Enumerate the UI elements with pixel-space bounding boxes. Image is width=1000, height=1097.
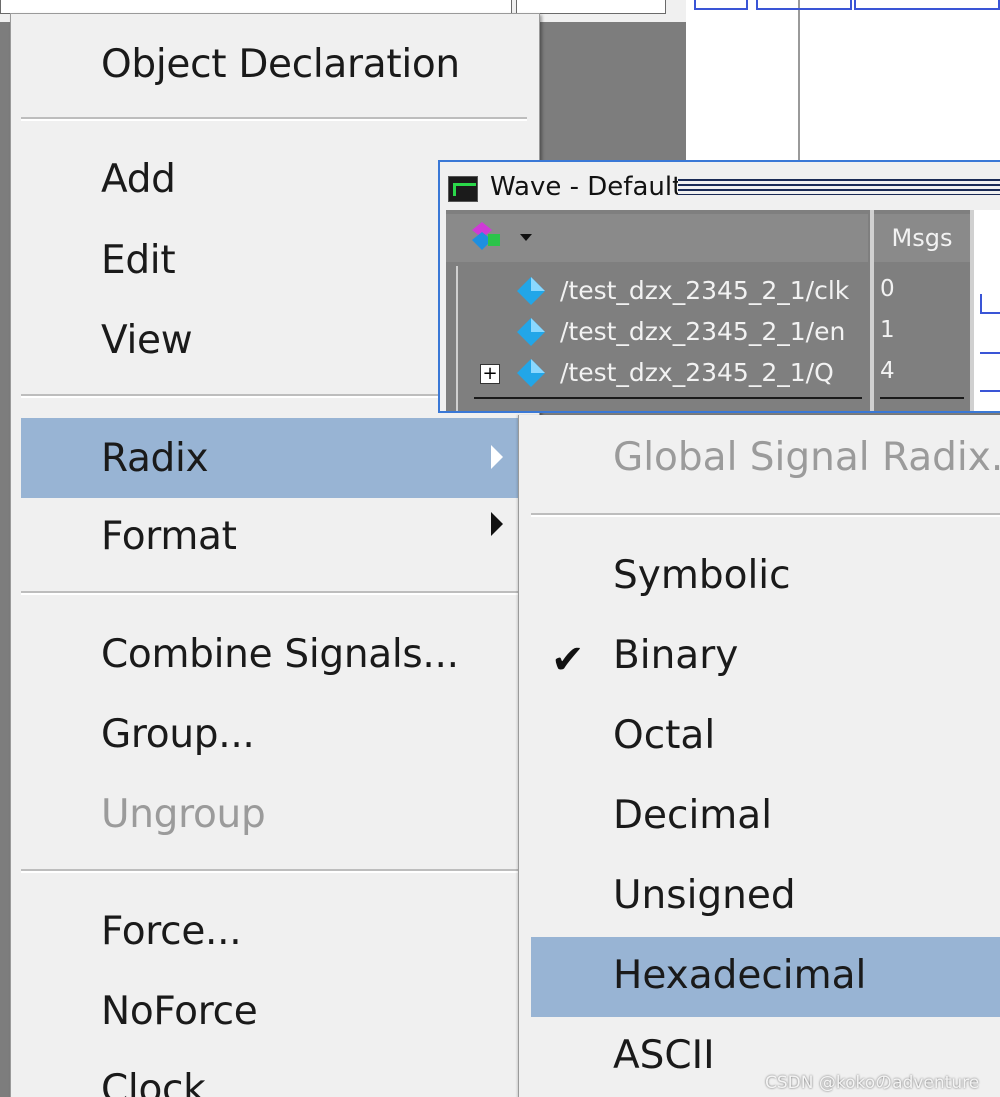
- menu-item-ungroup: Ungroup: [21, 792, 529, 842]
- menu-item-label: Edit: [101, 238, 176, 283]
- submenu-item-octal[interactable]: Octal: [531, 713, 1000, 765]
- signal-list-header: [446, 214, 868, 262]
- signal-name: /test_dzx_2345_2_1/clk: [560, 276, 850, 305]
- signal-row-clk[interactable]: /test_dzx_2345_2_1/clk: [458, 272, 868, 312]
- menu-item-label: Combine Signals...: [101, 632, 459, 677]
- submenu-item-unsigned[interactable]: Unsigned: [531, 873, 1000, 925]
- signal-diamond-icon: [517, 277, 545, 305]
- menu-item-object-declaration[interactable]: Object Declaration: [21, 42, 529, 92]
- wave-window-title: Wave - Default: [490, 172, 683, 202]
- checkmark-icon: ✔: [551, 637, 585, 683]
- waveform-trace: [980, 390, 1000, 392]
- msgs-column: 0 1 4: [874, 266, 970, 411]
- menu-item-label: Radix: [101, 436, 209, 481]
- chevron-down-icon[interactable]: [520, 234, 532, 241]
- horizontal-scrollbar[interactable]: [474, 397, 862, 399]
- submenu-arrow-icon: [491, 445, 503, 469]
- submenu-item-label: Hexadecimal: [613, 953, 867, 998]
- waveform-trace: [980, 352, 1000, 354]
- signal-value: 4: [880, 358, 895, 384]
- wave-window: Wave - Default Msgs /test_dzx_2345_2_1/c…: [438, 160, 1000, 413]
- wave-app-icon: [448, 176, 478, 202]
- menu-item-label: Add: [101, 157, 176, 202]
- menu-item-label: Force...: [101, 909, 242, 954]
- signal-name: /test_dzx_2345_2_1/Q: [560, 358, 834, 387]
- menu-item-label: NoForce: [101, 989, 258, 1034]
- signal-row-en[interactable]: /test_dzx_2345_2_1/en: [458, 313, 868, 353]
- wave-bus-segment: [756, 0, 852, 10]
- wave-bus-segment: [694, 0, 748, 10]
- menu-item-label: Group...: [101, 712, 255, 757]
- submenu-item-label: Unsigned: [613, 873, 796, 918]
- menu-item-format[interactable]: Format: [21, 506, 529, 566]
- menu-separator: [21, 117, 527, 121]
- menu-separator: [21, 591, 527, 595]
- background-signal-field: [0, 0, 512, 14]
- signal-tools-icon[interactable]: [470, 220, 506, 256]
- submenu-item-label: Symbolic: [613, 553, 791, 598]
- waveform-area[interactable]: [974, 210, 1000, 411]
- submenu-item-binary[interactable]: ✔ Binary: [531, 633, 1000, 685]
- submenu-arrow-icon: [491, 512, 503, 536]
- signal-diamond-icon: [517, 318, 545, 346]
- menu-item-label: Ungroup: [101, 792, 266, 837]
- wave-divider: [798, 0, 800, 170]
- signal-name: /test_dzx_2345_2_1/en: [560, 317, 846, 346]
- submenu-item-label: ASCII: [613, 1033, 715, 1078]
- menu-item-label: Object Declaration: [101, 42, 460, 87]
- signal-list: /test_dzx_2345_2_1/clk /test_dzx_2345_2_…: [456, 266, 868, 411]
- submenu-item-label: Binary: [613, 633, 739, 678]
- titlebar-grip[interactable]: [678, 179, 1000, 195]
- waveform-trace: [980, 312, 1000, 314]
- radix-submenu: Global Signal Radix... Symbolic ✔ Binary…: [518, 415, 1000, 1097]
- wave-bus-segment: [854, 0, 1000, 10]
- signal-value: 1: [880, 317, 895, 343]
- wave-body: Msgs /test_dzx_2345_2_1/clk /test_dzx_23…: [446, 210, 1000, 411]
- signal-value: 0: [880, 276, 895, 302]
- watermark: CSDN @kokoのadventure: [765, 1073, 980, 1093]
- menu-item-noforce[interactable]: NoForce: [21, 989, 529, 1039]
- menu-item-label: Clock: [101, 1067, 206, 1097]
- background-wave-pane: [686, 0, 1000, 170]
- horizontal-scrollbar[interactable]: [880, 397, 964, 399]
- menu-item-force[interactable]: Force...: [21, 909, 529, 959]
- submenu-separator: [531, 513, 1000, 517]
- menu-item-radix[interactable]: Radix: [21, 418, 529, 498]
- submenu-item-label: Decimal: [613, 793, 773, 838]
- menu-separator: [21, 869, 527, 873]
- signal-row-q[interactable]: + /test_dzx_2345_2_1/Q: [458, 354, 868, 394]
- menu-item-label: View: [101, 318, 193, 363]
- submenu-item-global-signal-radix: Global Signal Radix...: [531, 435, 1000, 487]
- signal-diamond-icon: [517, 359, 545, 387]
- submenu-item-label: Octal: [613, 713, 716, 758]
- expand-icon[interactable]: +: [480, 364, 500, 384]
- menu-item-combine-signals[interactable]: Combine Signals...: [21, 632, 529, 682]
- submenu-item-label: Global Signal Radix...: [613, 435, 1000, 480]
- menu-item-label: Format: [101, 514, 237, 559]
- waveform-trace: [980, 294, 982, 314]
- menu-item-clock[interactable]: Clock: [21, 1067, 529, 1097]
- background-value-field: [516, 0, 666, 14]
- submenu-item-hexadecimal[interactable]: Hexadecimal: [531, 937, 1000, 1017]
- wave-titlebar[interactable]: Wave - Default: [440, 162, 1000, 210]
- submenu-item-decimal[interactable]: Decimal: [531, 793, 1000, 845]
- submenu-item-symbolic[interactable]: Symbolic: [531, 553, 1000, 605]
- msgs-column-header: Msgs: [874, 214, 970, 262]
- menu-item-group[interactable]: Group...: [21, 712, 529, 762]
